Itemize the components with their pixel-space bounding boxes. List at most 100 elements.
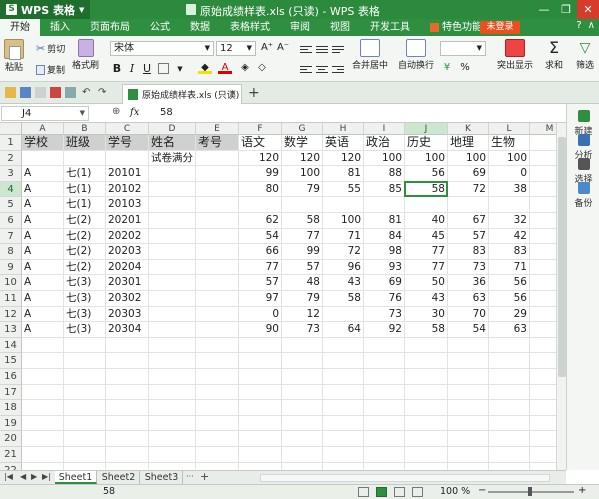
number-format-select[interactable]: ▼ xyxy=(440,41,486,56)
table-cell[interactable] xyxy=(106,369,149,385)
help-icon[interactable]: ? xyxy=(576,20,581,31)
row-header[interactable]: 11 xyxy=(0,291,22,307)
row-header[interactable]: 8 xyxy=(0,244,22,260)
table-cell[interactable] xyxy=(22,337,64,354)
table-cell[interactable] xyxy=(196,369,239,385)
table-cell[interactable]: 62 xyxy=(239,213,282,229)
table-cell[interactable] xyxy=(282,447,323,463)
table-cell[interactable]: 45 xyxy=(405,228,448,245)
table-cell[interactable] xyxy=(22,431,64,447)
add-sheet-button[interactable]: + xyxy=(200,470,209,483)
table-cell[interactable] xyxy=(530,244,556,260)
table-cell[interactable]: 20102 xyxy=(106,181,149,198)
menu-tab-2[interactable]: 插入 xyxy=(40,19,80,36)
table-cell[interactable]: 64 xyxy=(323,322,364,338)
currency-icon[interactable]: ¥ xyxy=(440,62,454,74)
more-sheets-button[interactable]: ··· xyxy=(186,472,194,481)
table-cell[interactable] xyxy=(448,447,489,463)
column-header[interactable]: H xyxy=(323,123,364,135)
table-cell[interactable] xyxy=(149,259,196,276)
table-cell[interactable] xyxy=(282,400,323,416)
table-cell[interactable]: 92 xyxy=(364,322,405,338)
table-cell[interactable]: 56 xyxy=(489,291,530,307)
table-cell[interactable]: A xyxy=(22,291,64,307)
table-cell[interactable] xyxy=(149,337,196,354)
italic-button[interactable]: I xyxy=(125,62,139,75)
menu-tab-9[interactable]: 开发工具 xyxy=(360,19,420,36)
table-cell[interactable]: 56 xyxy=(489,275,530,291)
table-cell[interactable]: 历史 xyxy=(405,135,448,151)
table-cell[interactable]: 100 xyxy=(448,150,489,167)
table-cell[interactable] xyxy=(22,400,64,416)
font-settings-icon[interactable]: ◇ xyxy=(255,62,269,74)
table-cell[interactable]: 73 xyxy=(364,306,405,323)
table-cell[interactable]: 43 xyxy=(323,275,364,291)
table-cell[interactable] xyxy=(282,197,323,213)
table-cell[interactable] xyxy=(530,229,556,245)
table-cell[interactable]: 12 xyxy=(282,306,323,323)
table-cell[interactable] xyxy=(64,400,106,416)
table-cell[interactable] xyxy=(364,400,405,416)
app-menu-button[interactable]: S WPS 表格 ▼ xyxy=(0,0,91,19)
table-cell[interactable]: 83 xyxy=(448,244,489,260)
redo-icon[interactable]: ↷ xyxy=(98,87,109,98)
side-panel-item[interactable]: 备份 xyxy=(567,182,599,209)
name-box[interactable]: J4 ▼ xyxy=(1,106,89,121)
table-cell[interactable] xyxy=(22,369,64,385)
align-bottom-icon[interactable] xyxy=(332,44,344,54)
table-cell[interactable]: 55 xyxy=(323,181,364,198)
table-cell[interactable] xyxy=(196,306,239,323)
table-cell[interactable] xyxy=(64,369,106,385)
table-cell[interactable] xyxy=(323,447,364,463)
table-cell[interactable]: 七(3) xyxy=(64,306,106,323)
table-cell[interactable]: 69 xyxy=(448,166,489,182)
copy-button[interactable]: 复制 xyxy=(36,63,65,76)
table-cell[interactable] xyxy=(448,353,489,369)
table-cell[interactable] xyxy=(239,400,282,416)
table-cell[interactable] xyxy=(364,462,405,470)
table-cell[interactable]: 语文 xyxy=(239,135,282,151)
table-cell[interactable]: A xyxy=(22,166,64,182)
table-cell[interactable]: A xyxy=(22,322,64,338)
zoom-out-button[interactable]: − xyxy=(478,485,486,496)
table-cell[interactable]: 58 xyxy=(282,213,323,229)
align-center-icon[interactable] xyxy=(316,64,328,74)
merge-center-button[interactable]: 合并居中 xyxy=(352,39,388,71)
table-cell[interactable] xyxy=(22,353,64,369)
table-cell[interactable] xyxy=(149,213,196,229)
table-cell[interactable] xyxy=(489,447,530,463)
table-cell[interactable] xyxy=(196,291,239,307)
font-color-icon[interactable]: A xyxy=(218,62,232,74)
table-cell[interactable] xyxy=(64,447,106,463)
horizontal-scrollbar[interactable] xyxy=(260,474,550,482)
print-icon[interactable] xyxy=(35,87,46,98)
table-cell[interactable] xyxy=(149,462,196,470)
table-cell[interactable]: 57 xyxy=(239,275,282,291)
table-cell[interactable] xyxy=(448,337,489,354)
table-cell[interactable]: A xyxy=(22,181,64,198)
table-cell[interactable] xyxy=(448,369,489,385)
fill-color-icon[interactable]: ◆ xyxy=(198,62,212,74)
table-cell[interactable]: 43 xyxy=(405,291,448,307)
row-header[interactable]: 2 xyxy=(0,150,22,167)
table-cell[interactable] xyxy=(405,400,448,416)
table-cell[interactable] xyxy=(323,197,364,213)
table-cell[interactable]: 79 xyxy=(282,181,323,198)
minimize-button[interactable]: — xyxy=(533,0,555,19)
table-cell[interactable] xyxy=(22,415,64,432)
vertical-scrollbar[interactable] xyxy=(556,123,566,470)
menu-tab-3[interactable]: 页面布局 xyxy=(80,19,140,36)
open-folder-icon[interactable] xyxy=(5,87,16,98)
row-header[interactable]: 20 xyxy=(0,431,22,447)
table-cell[interactable]: 54 xyxy=(448,322,489,338)
column-header[interactable]: J xyxy=(405,123,448,135)
normal-view-icon[interactable] xyxy=(358,487,369,497)
table-cell[interactable] xyxy=(282,462,323,470)
table-cell[interactable] xyxy=(239,197,282,213)
table-cell[interactable] xyxy=(530,166,556,182)
table-cell[interactable] xyxy=(64,150,106,167)
table-cell[interactable] xyxy=(196,384,239,401)
table-cell[interactable] xyxy=(364,369,405,385)
underline-button[interactable]: U xyxy=(140,62,154,75)
table-cell[interactable]: 七(3) xyxy=(64,291,106,307)
